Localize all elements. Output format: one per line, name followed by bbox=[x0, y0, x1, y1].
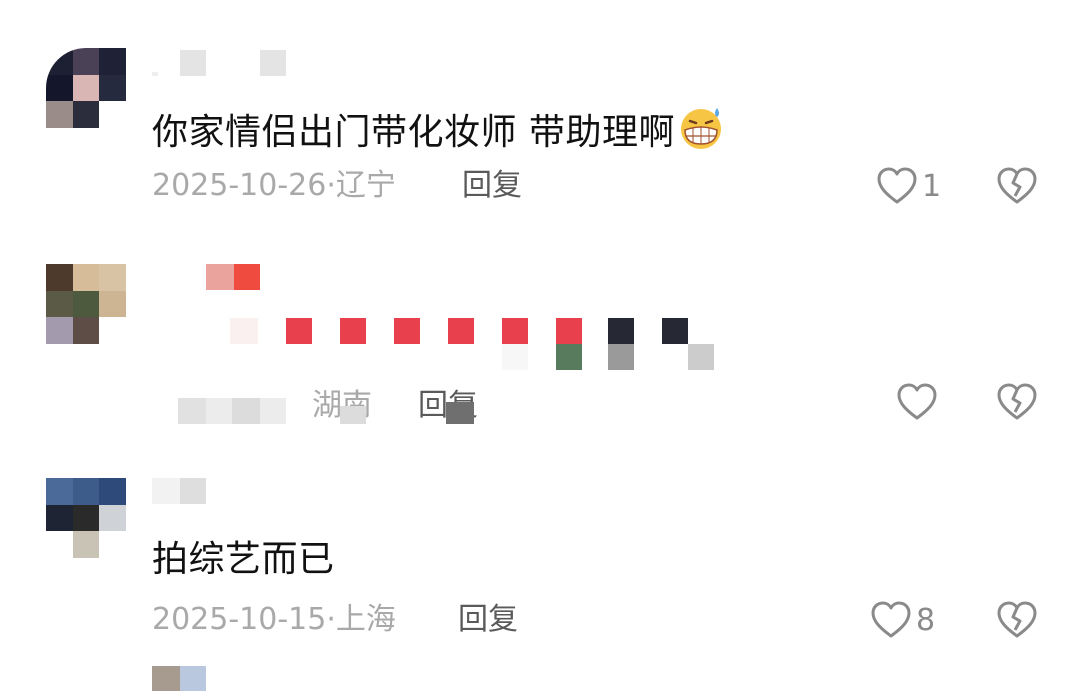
like-button[interactable]: 1 bbox=[876, 166, 941, 206]
comment-meta: 2025-10-26·辽宁 bbox=[152, 168, 396, 204]
dislike-button[interactable] bbox=[996, 382, 1038, 422]
username-pixelated[interactable] bbox=[152, 478, 212, 506]
avatar[interactable] bbox=[46, 264, 126, 344]
like-count: 8 bbox=[916, 602, 936, 638]
heart-outline-icon bbox=[870, 600, 912, 640]
like-button[interactable]: 8 bbox=[870, 600, 935, 640]
dislike-button[interactable] bbox=[996, 600, 1038, 640]
heart-outline-icon bbox=[896, 382, 938, 422]
reply-button[interactable]: 回复 bbox=[462, 168, 522, 204]
comment-text-content: 你家情侣出门带化妆师 带助理啊 bbox=[152, 112, 675, 153]
comment-date: 2025-10-15 bbox=[152, 602, 327, 637]
meta-separator: · bbox=[326, 602, 336, 637]
comment-text: 拍综艺而已 bbox=[152, 538, 335, 582]
comment-meta-pixelated: 湖南 回复 bbox=[178, 388, 498, 428]
comment-location: 辽宁 bbox=[335, 168, 396, 203]
comment-location: 上海 bbox=[335, 602, 396, 637]
broken-heart-icon bbox=[996, 600, 1038, 640]
heart-outline-icon bbox=[876, 166, 918, 206]
comment-date: 2025-10-26 bbox=[152, 168, 327, 203]
avatar[interactable] bbox=[46, 478, 126, 558]
like-button[interactable] bbox=[896, 382, 938, 422]
broken-heart-icon bbox=[996, 382, 1038, 422]
meta-separator: · bbox=[326, 168, 336, 203]
comment-text-content: 拍综艺而已 bbox=[152, 539, 335, 580]
username-pixelated[interactable] bbox=[152, 50, 312, 78]
dislike-button[interactable] bbox=[996, 166, 1038, 206]
avatar[interactable] bbox=[46, 48, 126, 128]
username-pixelated[interactable] bbox=[152, 264, 272, 292]
comment-text-pixelated bbox=[230, 318, 720, 372]
broken-heart-icon bbox=[996, 166, 1038, 206]
comment-text: 你家情侣出门带化妆师 带助理啊 bbox=[152, 104, 725, 155]
like-count: 1 bbox=[922, 168, 942, 204]
reply-button[interactable]: 回复 bbox=[458, 602, 518, 638]
grimacing-sweat-emoji-icon bbox=[677, 104, 725, 152]
avatar-partial[interactable] bbox=[152, 666, 206, 691]
comment-meta: 2025-10-15·上海 bbox=[152, 602, 396, 638]
